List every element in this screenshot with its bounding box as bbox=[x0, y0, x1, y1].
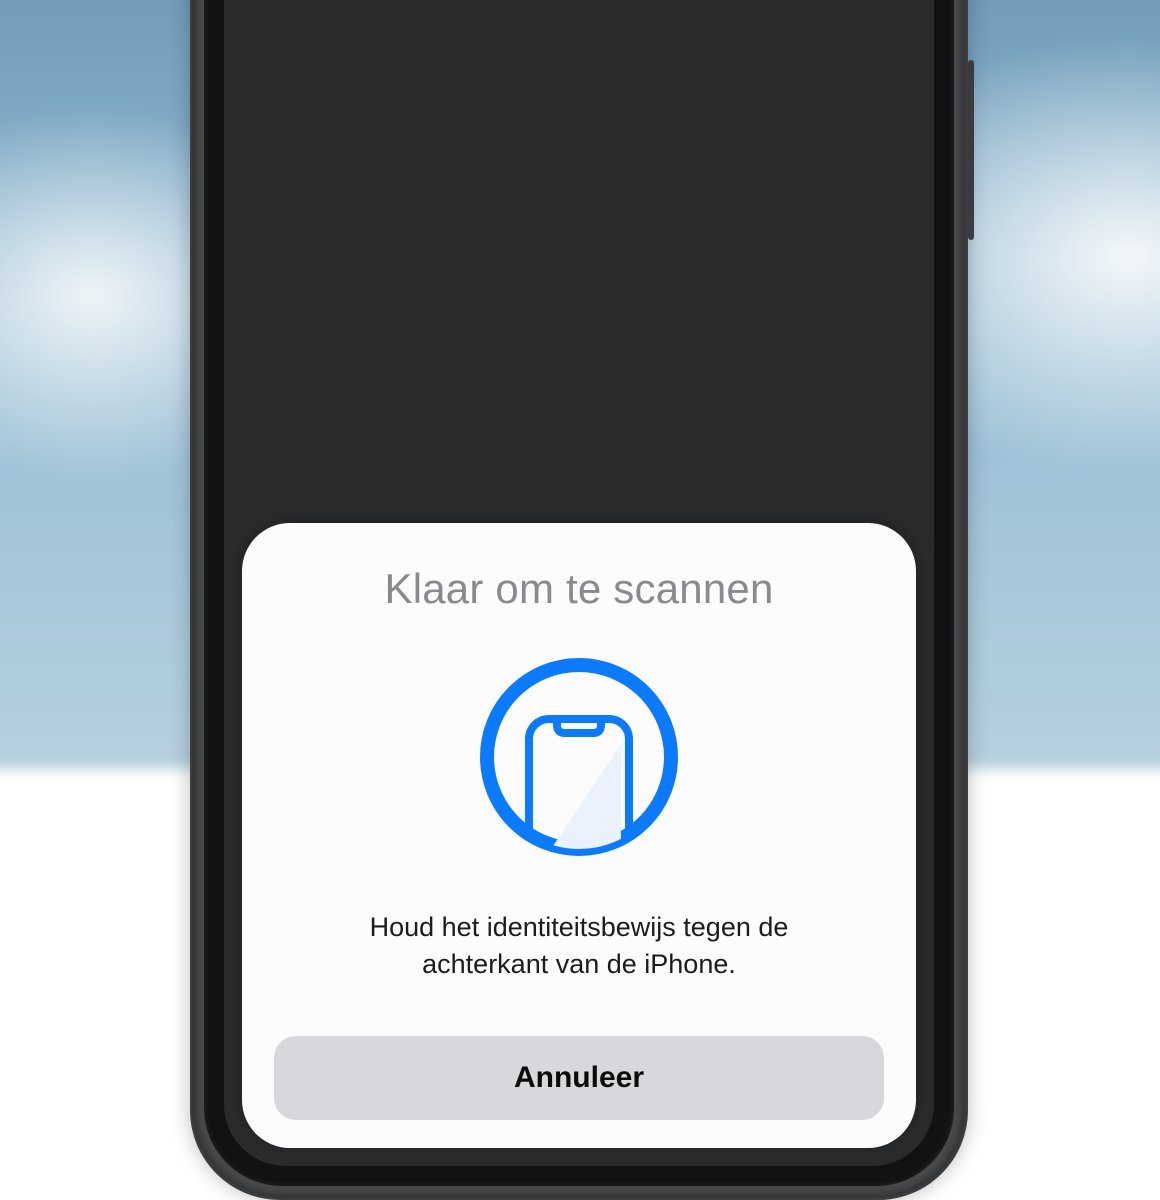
nfc-scan-sheet: Klaar om te scannen bbox=[242, 523, 916, 1148]
nfc-phone-icon bbox=[471, 649, 687, 865]
phone-side-button bbox=[968, 60, 974, 240]
sheet-instruction: Houd het identiteitsbewijs tegen de acht… bbox=[319, 909, 839, 982]
sheet-title: Klaar om te scannen bbox=[384, 565, 773, 613]
phone-screen: Klaar om te scannen bbox=[224, 0, 934, 1166]
phone-frame: Klaar om te scannen bbox=[190, 0, 968, 1200]
cancel-button[interactable]: Annuleer bbox=[274, 1036, 884, 1120]
phone-bezel: Klaar om te scannen bbox=[204, 0, 954, 1186]
